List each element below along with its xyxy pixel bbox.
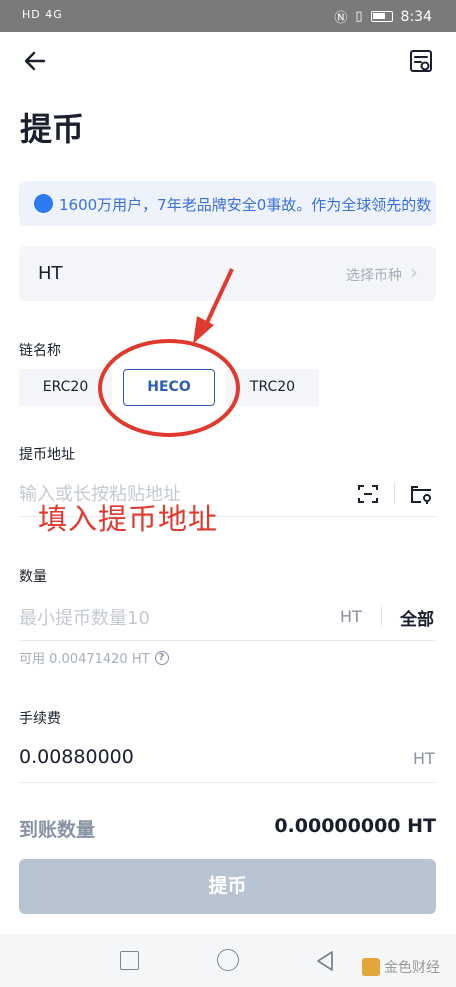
amount-input[interactable]: 最小提币数量10 [19, 604, 150, 630]
fee-unit: HT [413, 749, 435, 768]
status-icons: Ⓝ ▯ 8:34 [334, 7, 432, 27]
notice-banner[interactable]: 1600万用户，7年老品牌安全0事故。作为全球领先的数 [19, 181, 436, 226]
fee-value: 0.00880000 [19, 746, 134, 768]
chain-option-erc20[interactable]: ERC20 [19, 369, 112, 406]
withdraw-records-icon [410, 50, 432, 72]
available-balance: 可用 0.00471420 HT ? [19, 648, 169, 667]
clock: 8:34 [400, 8, 432, 25]
chain-option-trc20[interactable]: TRC20 [226, 369, 319, 406]
chain-option-heco[interactable]: HECO [123, 369, 215, 406]
page-title: 提币 [20, 110, 85, 148]
annotation-arrowhead [193, 316, 214, 344]
receive-value: 0.00000000 HT [274, 815, 436, 837]
system-back-icon[interactable] [314, 949, 336, 973]
battery-icon [370, 11, 393, 22]
nfc-icon: Ⓝ [334, 11, 348, 26]
select-coin-hint: 选择币种 [346, 268, 402, 284]
home-icon[interactable] [217, 949, 239, 971]
chevron-right-icon: › [410, 260, 418, 284]
scan-button[interactable] [356, 482, 380, 506]
annotation-text: 填入提币地址 [38, 502, 219, 536]
all-button[interactable]: 全部 [400, 605, 434, 630]
recent-apps-icon[interactable] [120, 951, 139, 970]
watermark: 金色财经 [362, 957, 440, 977]
chain-label: 链名称 [19, 343, 61, 359]
amount-underline [19, 640, 436, 641]
notice-text: 1600万用户，7年老品牌安全0事故。作为全球领先的数 [59, 196, 432, 214]
available-text: 可用 0.00471420 HT [19, 652, 150, 667]
amount-unit: HT [340, 607, 362, 626]
divider [394, 482, 395, 504]
amount-label: 数量 [19, 569, 47, 585]
status-bar: HD 4G Ⓝ ▯ 8:34 [0, 0, 456, 32]
info-drop-icon [34, 194, 53, 213]
vibrate-icon: ▯ [355, 9, 363, 24]
withdraw-records-button[interactable] [406, 46, 436, 76]
address-book-button[interactable] [409, 482, 434, 506]
divider [381, 606, 382, 626]
address-book-icon [411, 486, 431, 504]
fee-underline [19, 782, 436, 783]
coin-selector[interactable]: HT 选择币种 › [19, 246, 436, 301]
watermark-text: 金色财经 [384, 960, 440, 976]
top-nav [0, 32, 456, 90]
withdraw-submit-button[interactable]: 提币 [19, 859, 436, 914]
fee-label: 手续费 [19, 711, 61, 727]
arrow-left-icon [24, 51, 46, 71]
address-label: 提币地址 [19, 447, 75, 463]
network-indicator: HD 4G [22, 8, 63, 21]
scan-icon [358, 485, 378, 503]
help-icon[interactable]: ? [154, 650, 169, 665]
coin-symbol: HT [38, 263, 63, 284]
watermark-logo-icon [362, 958, 380, 976]
back-button[interactable] [20, 46, 50, 76]
receive-label: 到账数量 [19, 819, 96, 841]
